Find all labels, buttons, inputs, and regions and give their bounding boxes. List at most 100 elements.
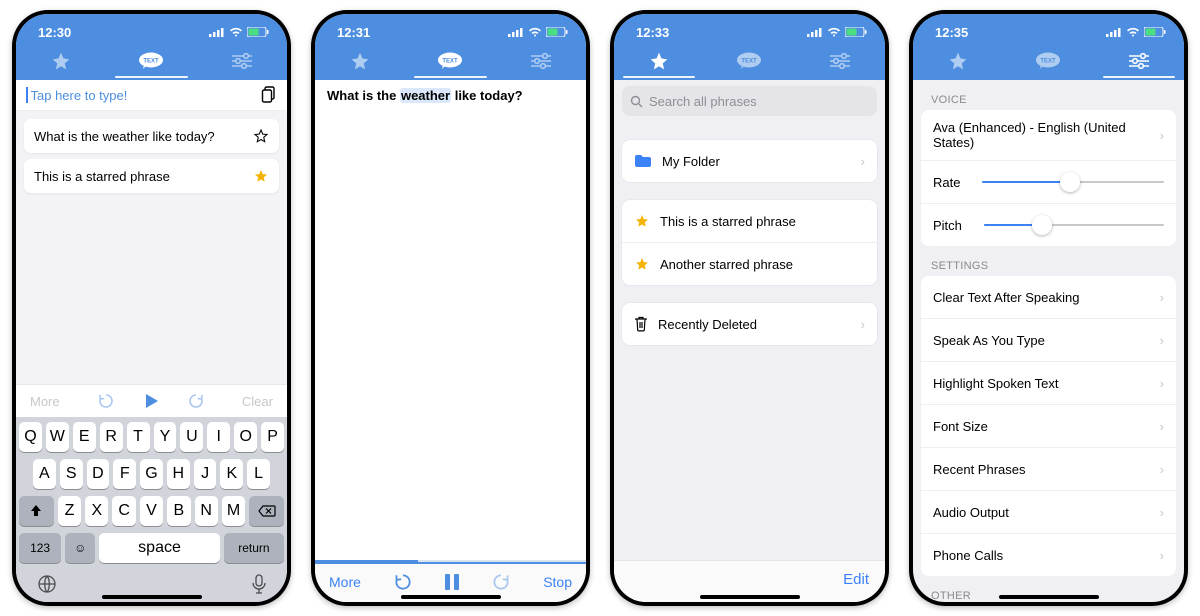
key-q[interactable]: Q xyxy=(19,422,42,452)
settings-row[interactable]: Recent Phrases› xyxy=(921,448,1176,491)
clock: 12:30 xyxy=(38,25,71,40)
group-label-voice: VOICE xyxy=(931,94,1166,106)
settings-label: Recent Phrases xyxy=(933,462,1150,477)
key-i[interactable]: I xyxy=(207,422,230,452)
forward-icon[interactable] xyxy=(491,572,511,592)
key-r[interactable]: R xyxy=(100,422,123,452)
tab-settings[interactable] xyxy=(795,44,885,78)
key-b[interactable]: B xyxy=(167,496,190,526)
space-key[interactable]: space xyxy=(99,533,219,563)
emoji-key[interactable]: ☺ xyxy=(65,533,95,563)
key-v[interactable]: V xyxy=(140,496,163,526)
home-indicator[interactable] xyxy=(401,595,501,599)
home-indicator[interactable] xyxy=(700,595,800,599)
home-indicator[interactable] xyxy=(102,595,202,599)
key-c[interactable]: C xyxy=(112,496,135,526)
settings-row[interactable]: Highlight Spoken Text› xyxy=(921,362,1176,405)
phrase-item[interactable]: This is a starred phrase xyxy=(24,159,279,193)
key-w[interactable]: W xyxy=(46,422,69,452)
key-g[interactable]: G xyxy=(140,459,163,489)
play-icon[interactable] xyxy=(141,391,161,411)
folder-row[interactable]: My Folder › xyxy=(622,140,877,182)
key-d[interactable]: D xyxy=(87,459,110,489)
editor-area[interactable]: What is the weather like today? xyxy=(315,80,586,560)
key-h[interactable]: H xyxy=(167,459,190,489)
settings-row[interactable]: Phone Calls› xyxy=(921,534,1176,576)
key-z[interactable]: Z xyxy=(58,496,81,526)
settings-row[interactable]: Font Size› xyxy=(921,405,1176,448)
phrase-item[interactable]: What is the weather like today? xyxy=(24,119,279,153)
key-m[interactable]: M xyxy=(222,496,245,526)
key-e[interactable]: E xyxy=(73,422,96,452)
key-k[interactable]: K xyxy=(220,459,243,489)
key-s[interactable]: S xyxy=(60,459,83,489)
tab-settings[interactable] xyxy=(496,44,586,78)
voice-row[interactable]: Ava (Enhanced) - English (United States)… xyxy=(921,110,1176,161)
status-bar: 12:33 xyxy=(614,14,885,44)
tab-text[interactable]: TEXT xyxy=(1003,44,1093,78)
starred-label: This is a starred phrase xyxy=(660,214,865,229)
tab-text[interactable]: TEXT xyxy=(405,44,495,78)
starred-row[interactable]: Another starred phrase xyxy=(622,243,877,285)
key-f[interactable]: F xyxy=(113,459,136,489)
pitch-slider[interactable] xyxy=(984,224,1164,226)
rewind-icon[interactable] xyxy=(393,572,413,592)
globe-icon[interactable] xyxy=(37,574,57,594)
settings-row[interactable]: Speak As You Type› xyxy=(921,319,1176,362)
recent-phrases: What is the weather like today? This is … xyxy=(16,111,287,201)
tab-text[interactable]: TEXT xyxy=(704,44,794,78)
mic-icon[interactable] xyxy=(252,574,266,594)
key-j[interactable]: J xyxy=(194,459,217,489)
star-outline-icon[interactable] xyxy=(253,128,269,144)
edit-button[interactable]: Edit xyxy=(843,571,869,588)
stop-button[interactable]: Stop xyxy=(543,574,572,590)
deleted-row[interactable]: Recently Deleted › xyxy=(622,303,877,345)
key-a[interactable]: A xyxy=(33,459,56,489)
tab-favorites[interactable] xyxy=(315,44,405,78)
settings-label: Speak As You Type xyxy=(933,333,1150,348)
group-label-settings: SETTINGS xyxy=(931,260,1166,272)
shift-key[interactable] xyxy=(19,496,54,526)
tab-favorites[interactable] xyxy=(913,44,1003,78)
rewind-icon[interactable] xyxy=(97,392,115,410)
star-filled-icon[interactable] xyxy=(253,168,269,184)
backspace-key[interactable] xyxy=(249,496,284,526)
tab-text[interactable]: TEXT xyxy=(106,44,196,78)
voice-name: Ava (Enhanced) - English (United States) xyxy=(933,120,1150,150)
paste-icon[interactable] xyxy=(261,86,277,104)
key-l[interactable]: L xyxy=(247,459,270,489)
clear-button[interactable]: Clear xyxy=(242,394,273,409)
key-p[interactable]: P xyxy=(261,422,284,452)
home-indicator[interactable] xyxy=(999,595,1099,599)
rate-row: Rate xyxy=(921,161,1176,204)
folder-label: My Folder xyxy=(662,154,851,169)
deleted-label: Recently Deleted xyxy=(658,317,851,332)
key-o[interactable]: O xyxy=(234,422,257,452)
status-icons xyxy=(1106,27,1166,37)
numbers-key[interactable]: 123 xyxy=(19,533,61,563)
chevron-right-icon: › xyxy=(1160,290,1164,305)
return-key[interactable]: return xyxy=(224,533,284,563)
key-y[interactable]: Y xyxy=(154,422,177,452)
type-input[interactable] xyxy=(29,87,262,104)
more-button[interactable]: More xyxy=(30,394,60,409)
pause-icon[interactable] xyxy=(443,572,461,592)
tab-favorites[interactable] xyxy=(16,44,106,78)
settings-row[interactable]: Audio Output› xyxy=(921,491,1176,534)
key-u[interactable]: U xyxy=(180,422,203,452)
cellular-icon xyxy=(508,27,524,37)
search-input[interactable]: Search all phrases xyxy=(622,86,877,116)
forward-icon[interactable] xyxy=(187,392,205,410)
settings-row[interactable]: Clear Text After Speaking› xyxy=(921,276,1176,319)
rate-slider[interactable] xyxy=(982,181,1164,183)
deleted-section: Recently Deleted › xyxy=(622,303,877,345)
tab-settings[interactable] xyxy=(1094,44,1184,78)
key-n[interactable]: N xyxy=(195,496,218,526)
svg-text:TEXT: TEXT xyxy=(742,59,758,65)
key-x[interactable]: X xyxy=(85,496,108,526)
tab-settings[interactable] xyxy=(197,44,287,78)
more-button[interactable]: More xyxy=(329,574,361,590)
starred-row[interactable]: This is a starred phrase xyxy=(622,200,877,243)
key-t[interactable]: T xyxy=(127,422,150,452)
tab-favorites[interactable] xyxy=(614,44,704,78)
